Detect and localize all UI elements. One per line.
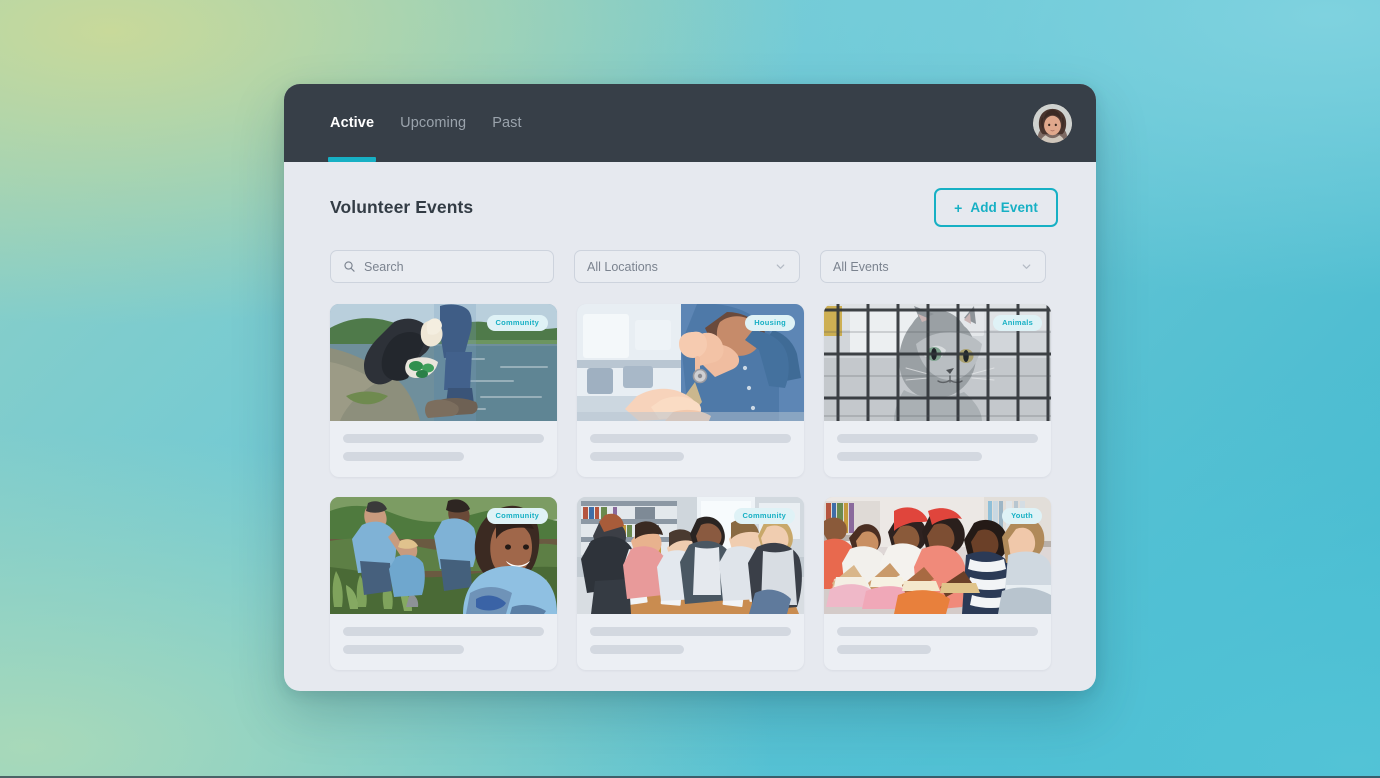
event-card-badge: Community <box>486 315 548 331</box>
event-card[interactable]: Animals <box>824 304 1051 477</box>
event-card[interactable]: Community <box>577 497 804 670</box>
skeleton-line <box>343 645 464 654</box>
main-content: Volunteer Events + Add Event Search All … <box>284 162 1096 670</box>
skeleton-line <box>837 645 932 654</box>
event-card-image: Housing <box>577 304 804 421</box>
skeleton-line <box>837 434 1038 443</box>
chevron-down-icon <box>1022 264 1031 269</box>
skeleton-line <box>590 645 685 654</box>
skeleton-line <box>343 627 544 636</box>
event-card[interactable]: Community <box>330 497 557 670</box>
plus-icon: + <box>954 199 963 216</box>
tab-upcoming-label: Upcoming <box>400 114 467 131</box>
event-card-badge: Animals <box>993 315 1042 331</box>
skeleton-line <box>590 434 791 443</box>
event-card-badge: Community <box>733 508 795 524</box>
event-card-badge: Youth <box>1002 508 1042 524</box>
tab-active[interactable]: Active <box>327 84 377 162</box>
event-card-image: Animals <box>824 304 1051 421</box>
location-select-value: All Locations <box>587 259 658 274</box>
chevron-down-icon <box>776 264 785 269</box>
page-header: Volunteer Events + Add Event <box>330 188 1058 227</box>
event-select-value: All Events <box>833 259 889 274</box>
search-placeholder: Search <box>364 259 404 274</box>
add-event-button[interactable]: + Add Event <box>934 188 1058 227</box>
event-card-body <box>330 421 557 477</box>
event-card-body <box>577 614 804 670</box>
event-card-body <box>577 421 804 477</box>
search-icon <box>344 261 355 272</box>
tab-active-label: Active <box>330 114 375 131</box>
event-card-body <box>330 614 557 670</box>
event-card[interactable]: Community <box>330 304 557 477</box>
skeleton-line <box>837 627 1038 636</box>
page-title: Volunteer Events <box>330 197 474 217</box>
event-select[interactable]: All Events <box>820 250 1046 283</box>
avatar[interactable] <box>1033 103 1072 143</box>
top-navigation-bar: Active Upcoming Past <box>284 84 1096 162</box>
event-card-body <box>824 614 1051 670</box>
skeleton-line <box>590 452 685 461</box>
filter-bar: Search All Locations All Events <box>330 250 1058 283</box>
skeleton-line <box>837 452 982 461</box>
skeleton-line <box>343 452 464 461</box>
tab-past-label: Past <box>492 114 522 131</box>
tab-bar: Active Upcoming Past <box>327 84 522 162</box>
tab-past[interactable]: Past <box>492 84 521 162</box>
tab-upcoming[interactable]: Upcoming <box>400 84 466 162</box>
event-card-grid: Community Housing Animals Community Comm… <box>330 304 1058 670</box>
app-window: Active Upcoming Past Volunteer Events + … <box>284 84 1096 691</box>
event-card-image: Community <box>577 497 804 614</box>
skeleton-line <box>590 627 791 636</box>
event-card-badge: Community <box>486 508 548 524</box>
add-event-label: Add Event <box>970 200 1038 215</box>
event-card-badge: Housing <box>745 315 795 331</box>
location-select[interactable]: All Locations <box>574 250 800 283</box>
event-card-image: Youth <box>824 497 1051 614</box>
event-card-image: Community <box>330 497 557 614</box>
event-card[interactable]: Youth <box>824 497 1051 670</box>
event-card-body <box>824 421 1051 477</box>
event-card[interactable]: Housing <box>577 304 804 477</box>
skeleton-line <box>343 434 544 443</box>
event-card-image: Community <box>330 304 557 421</box>
search-input[interactable]: Search <box>330 250 554 283</box>
